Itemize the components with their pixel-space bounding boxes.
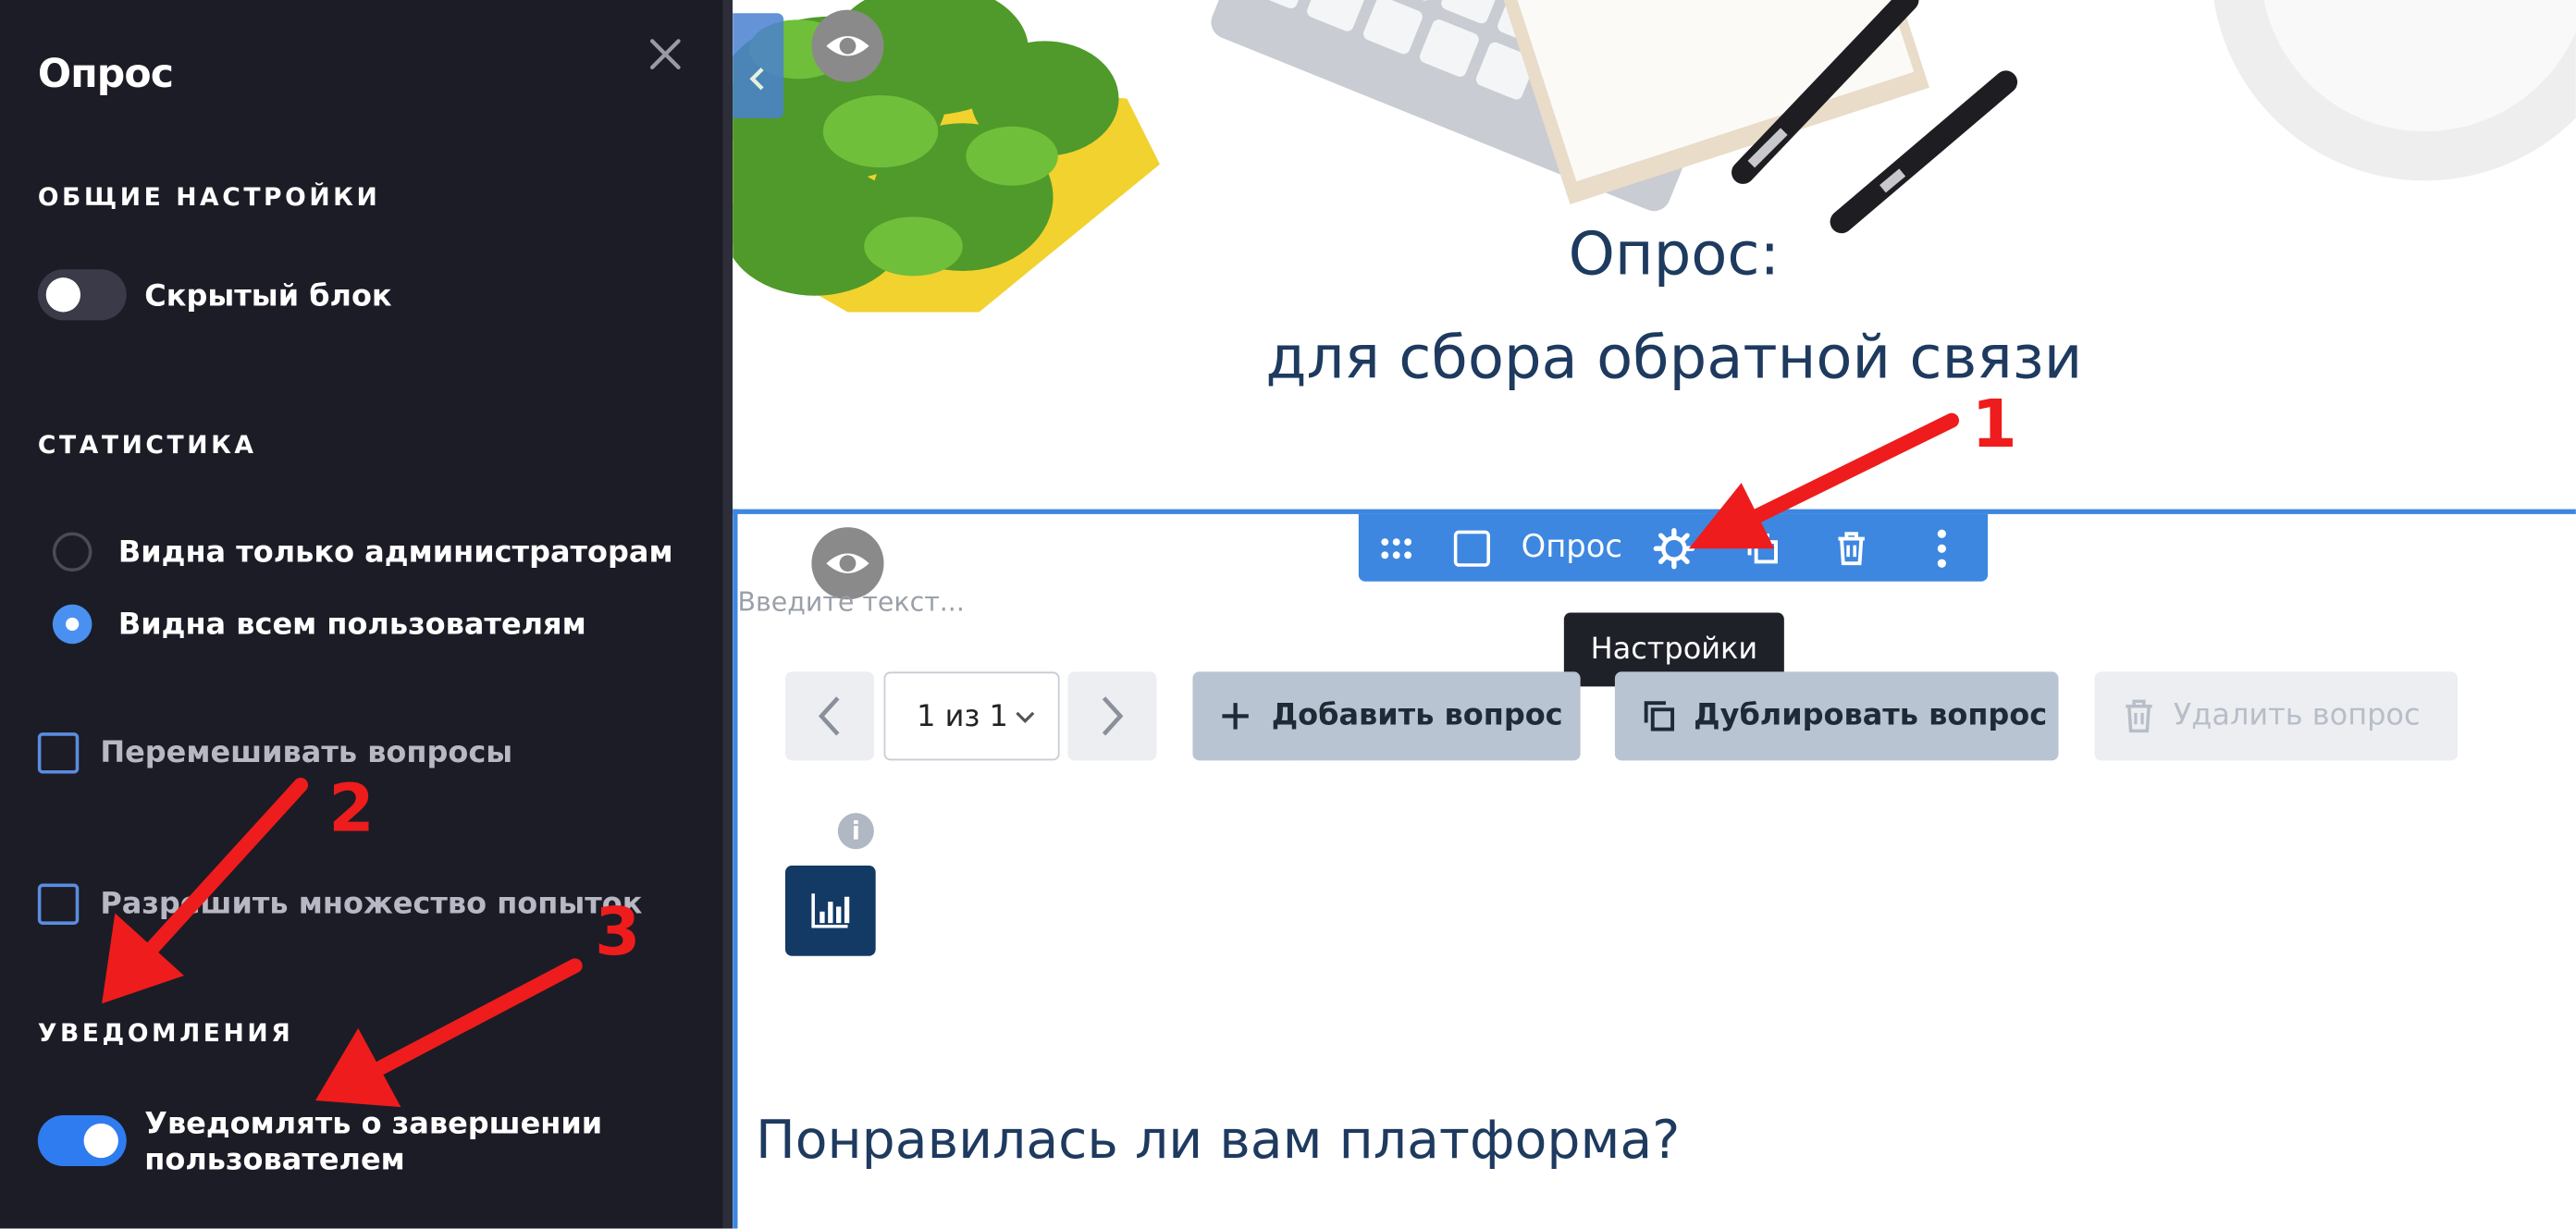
annotation-label-1: 1 [1971, 387, 2017, 463]
more-vertical-icon [1937, 528, 1946, 567]
radio-admins-only[interactable] [52, 532, 92, 572]
delete-question-button[interactable]: Удалить вопрос [2094, 671, 2459, 761]
sidebar-divider [722, 0, 733, 1229]
trash-icon [2126, 699, 2152, 733]
question-text[interactable]: Понравилась ли вам платформа? [756, 1109, 1680, 1171]
toolbar-block-label: Опрос [1521, 528, 1622, 565]
chevron-down-icon [1016, 711, 1035, 723]
notifications-heading: УВЕДОМЛЕНИЯ [37, 1018, 294, 1049]
app-window: Опрос ОБЩИЕ НАСТРОЙКИ Скрытый блок СТАТИ… [0, 0, 2576, 1229]
gear-icon [1653, 527, 1695, 569]
sidebar-title: Опрос [37, 51, 174, 97]
duplicate-question-button[interactable]: Дублировать вопрос [1614, 671, 2059, 761]
eye-icon [826, 36, 869, 56]
drag-dots-icon [1381, 537, 1412, 559]
trash-icon [1838, 531, 1865, 565]
question-pager-select[interactable]: 1 из 1 [883, 671, 1060, 761]
block-toolbar: Опрос [1358, 513, 1989, 582]
block-select-checkbox[interactable] [1448, 514, 1497, 582]
chevron-left-icon [749, 68, 764, 91]
hero-title-line2: для сбора обратной связи [1265, 325, 2083, 393]
settings-sidebar: Опрос ОБЩИЕ НАСТРОЙКИ Скрытый блок СТАТИ… [0, 0, 723, 1229]
bar-chart-icon [811, 893, 850, 928]
shuffle-questions-label: Перемешивать вопросы [100, 735, 513, 770]
next-question-button[interactable] [1067, 671, 1157, 761]
chevron-left-icon [818, 696, 840, 736]
notify-completion-toggle[interactable] [37, 1114, 127, 1167]
hidden-block-label: Скрытый блок [144, 278, 392, 314]
info-icon[interactable]: i [837, 813, 874, 850]
chevron-right-icon [1102, 696, 1124, 736]
add-question-button[interactable]: Добавить вопрос [1192, 671, 1581, 761]
hidden-block-toggle[interactable] [37, 269, 127, 321]
hero-title-line1: Опрос: [1568, 221, 1781, 289]
plus-icon [1222, 703, 1249, 730]
copy-block-button[interactable] [1736, 514, 1789, 582]
visibility-toggle-hero[interactable] [811, 9, 884, 82]
collapse-sidebar-button[interactable] [733, 13, 784, 118]
block-text-placeholder[interactable]: Введите текст... [737, 586, 964, 618]
copy-icon [1747, 533, 1778, 563]
multiple-attempts-checkbox[interactable] [37, 883, 80, 925]
statistics-button[interactable] [784, 866, 876, 956]
drag-handle[interactable] [1372, 514, 1421, 582]
copy-icon [1644, 701, 1675, 731]
editor-canvas: Опрос: для сбора обратной связи Опрос На… [733, 0, 2576, 1229]
shuffle-questions-checkbox[interactable] [37, 732, 80, 774]
general-settings-heading: ОБЩИЕ НАСТРОЙКИ [37, 182, 381, 213]
annotation-label-3: 3 [594, 894, 641, 971]
more-options-button[interactable] [1917, 514, 1966, 582]
delete-block-button[interactable] [1825, 514, 1878, 582]
statistics-heading: СТАТИСТИКА [37, 430, 257, 461]
settings-button[interactable] [1647, 514, 1700, 582]
radio-all-users-label: Видна всем пользователям [117, 608, 586, 643]
radio-all-users[interactable] [52, 604, 92, 645]
annotation-label-2: 2 [328, 771, 375, 848]
radio-admins-only-label: Видна только администраторам [117, 535, 673, 571]
multiple-attempts-label: Разрешить множество попыток [100, 887, 643, 922]
prev-question-button[interactable] [784, 671, 874, 761]
notify-completion-label: Уведомлять о завершении пользователем [144, 1107, 603, 1178]
close-icon[interactable] [641, 30, 690, 79]
